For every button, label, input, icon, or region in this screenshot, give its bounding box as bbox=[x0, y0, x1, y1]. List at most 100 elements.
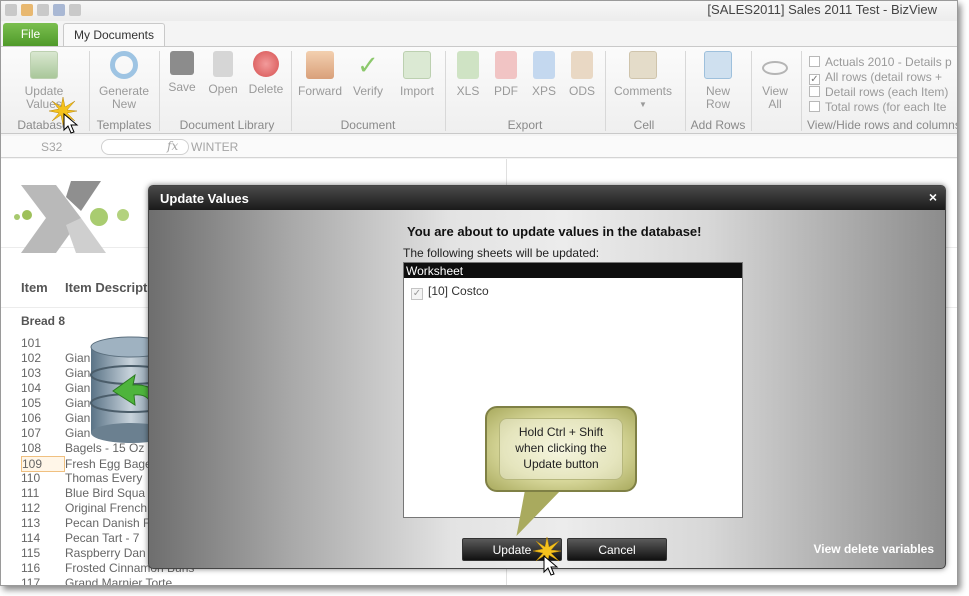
glasses-icon bbox=[762, 61, 788, 75]
row-item-description[interactable]: Thomas Every bbox=[65, 471, 142, 485]
tab-my-documents[interactable]: My Documents bbox=[63, 23, 165, 47]
row-item-number[interactable]: 104 bbox=[21, 381, 65, 395]
group-label-export: Export bbox=[507, 118, 543, 132]
row-item-description[interactable]: Fresh Egg Bage bbox=[65, 457, 152, 471]
view-option-actuals[interactable]: Actuals 2010 - Details p bbox=[809, 55, 952, 69]
formula-bar: S32 fx WINTER bbox=[1, 136, 957, 158]
row-item-number[interactable]: 117 bbox=[21, 576, 65, 585]
dialog-warning: You are about to update values in the da… bbox=[407, 224, 702, 239]
row-item-number[interactable]: 103 bbox=[21, 366, 65, 380]
row-item-number[interactable]: 113 bbox=[21, 516, 65, 530]
group-separator bbox=[605, 51, 606, 131]
cancel-button[interactable]: Cancel bbox=[567, 538, 667, 561]
cell-reference[interactable]: S32 bbox=[41, 140, 62, 154]
table-row[interactable]: 117 Grand Marnier Torte bbox=[21, 576, 172, 585]
delete-button[interactable]: Delete bbox=[247, 51, 285, 96]
export-ods-button[interactable]: ODS bbox=[567, 51, 597, 98]
worksheet-item[interactable]: ✓ [10] Costco bbox=[411, 284, 489, 300]
group-separator bbox=[685, 51, 686, 131]
row-item-number[interactable]: 105 bbox=[21, 396, 65, 410]
undo-icon[interactable] bbox=[53, 4, 65, 16]
view-option-all-rows[interactable]: ✓ All rows (detail rows + bbox=[809, 70, 942, 85]
group-label-document: Document bbox=[340, 118, 396, 132]
table-row[interactable]: 102 Gian bbox=[21, 351, 90, 366]
checkbox[interactable] bbox=[809, 56, 820, 67]
view-all-button[interactable]: View All bbox=[757, 51, 793, 111]
forward-button[interactable]: Forward bbox=[297, 51, 343, 98]
row-item-number[interactable]: 114 bbox=[21, 531, 65, 545]
row-item-description[interactable]: Raspberry Dan bbox=[65, 546, 146, 560]
group-label-view-hide: View/Hide rows and columns bbox=[807, 118, 958, 132]
checkbox[interactable] bbox=[809, 101, 820, 112]
refresh-icon bbox=[110, 51, 138, 79]
table-row[interactable]: 106 Gian bbox=[21, 411, 90, 426]
row-item-number[interactable]: 115 bbox=[21, 546, 65, 560]
tab-file[interactable]: File bbox=[3, 23, 58, 46]
checkbox-checked[interactable]: ✓ bbox=[411, 288, 423, 300]
row-item-number[interactable]: 111 bbox=[21, 486, 65, 500]
group-separator bbox=[89, 51, 90, 131]
row-item-number[interactable]: 109 bbox=[21, 456, 65, 472]
export-pdf-button[interactable]: PDF bbox=[491, 51, 521, 98]
xls-file-icon bbox=[457, 51, 479, 79]
table-row[interactable]: 109 Fresh Egg Bage bbox=[21, 456, 152, 472]
row-item-description[interactable]: Original French bbox=[65, 501, 147, 515]
row-item-description[interactable]: Blue Bird Squa bbox=[65, 486, 145, 500]
app-window: [SALES2011] Sales 2011 Test - BizView Fi… bbox=[0, 0, 958, 586]
export-xls-button[interactable]: XLS bbox=[453, 51, 483, 98]
generate-new-button[interactable]: Generate New bbox=[97, 51, 151, 111]
close-icon[interactable]: × bbox=[929, 189, 937, 205]
view-delete-variables-link[interactable]: View delete variables bbox=[813, 542, 934, 556]
group-label-templates: Templates bbox=[96, 118, 152, 132]
formula-input[interactable]: WINTER bbox=[191, 140, 238, 154]
verify-button[interactable]: ✓ Verify bbox=[349, 51, 387, 98]
column-header-description[interactable]: Item Descript bbox=[65, 280, 147, 295]
table-row[interactable]: 113 Pecan Danish F bbox=[21, 516, 150, 531]
row-item-number[interactable]: 106 bbox=[21, 411, 65, 425]
print-icon[interactable] bbox=[37, 4, 49, 16]
open-button[interactable]: Open bbox=[207, 51, 239, 96]
row-item-number[interactable]: 110 bbox=[21, 471, 65, 485]
row-item-number[interactable]: 116 bbox=[21, 561, 65, 575]
save-button[interactable]: Save bbox=[167, 51, 197, 94]
table-row[interactable]: 105 Gian bbox=[21, 396, 90, 411]
row-item-number[interactable]: 101 bbox=[21, 336, 65, 350]
save-icon[interactable] bbox=[5, 4, 17, 16]
comments-icon bbox=[629, 51, 657, 79]
checkbox-checked[interactable]: ✓ bbox=[809, 74, 820, 85]
table-row[interactable]: 112 Original French bbox=[21, 501, 147, 516]
table-row[interactable]: 107 Gian bbox=[21, 426, 90, 441]
comments-button[interactable]: Comments ▼ bbox=[611, 51, 675, 111]
row-item-number[interactable]: 108 bbox=[21, 441, 65, 455]
view-option-detail-rows[interactable]: Detail rows (each Item) bbox=[809, 85, 948, 99]
table-row[interactable]: 110 Thomas Every bbox=[21, 471, 142, 486]
dialog-subtext: The following sheets will be updated: bbox=[403, 246, 600, 260]
fx-icon: fx bbox=[167, 139, 179, 153]
table-row[interactable]: 104 Gian bbox=[21, 381, 90, 396]
table-row[interactable]: 101 bbox=[21, 336, 65, 351]
row-item-number[interactable]: 102 bbox=[21, 351, 65, 365]
group-label-cell: Cell bbox=[633, 118, 655, 132]
quick-access-toolbar bbox=[5, 4, 81, 16]
export-xps-button[interactable]: XPS bbox=[529, 51, 559, 98]
column-header-item[interactable]: Item bbox=[21, 280, 48, 295]
folder-icon[interactable] bbox=[21, 4, 33, 16]
table-row[interactable]: 114 Pecan Tart - 7 bbox=[21, 531, 139, 546]
table-row[interactable]: 111 Blue Bird Squa bbox=[21, 486, 145, 501]
company-logo bbox=[14, 181, 129, 253]
row-item-description[interactable]: Pecan Danish F bbox=[65, 516, 150, 530]
table-row[interactable]: 115 Raspberry Dan bbox=[21, 546, 146, 561]
view-option-total-rows[interactable]: Total rows (for each Ite bbox=[809, 100, 946, 114]
group-separator bbox=[159, 51, 160, 131]
checkmark-icon: ✓ bbox=[357, 50, 379, 80]
row-item-description[interactable]: Pecan Tart - 7 bbox=[65, 531, 139, 545]
table-row[interactable]: 103 Gian bbox=[21, 366, 90, 381]
checkbox[interactable] bbox=[809, 86, 820, 97]
import-button[interactable]: Import bbox=[397, 51, 437, 98]
window-title: [SALES2011] Sales 2011 Test - BizView bbox=[707, 2, 937, 17]
redo-icon[interactable] bbox=[69, 4, 81, 16]
row-item-number[interactable]: 107 bbox=[21, 426, 65, 440]
row-item-description[interactable]: Grand Marnier Torte bbox=[65, 576, 172, 585]
row-item-number[interactable]: 112 bbox=[21, 501, 65, 515]
new-row-button[interactable]: New Row bbox=[697, 51, 739, 111]
